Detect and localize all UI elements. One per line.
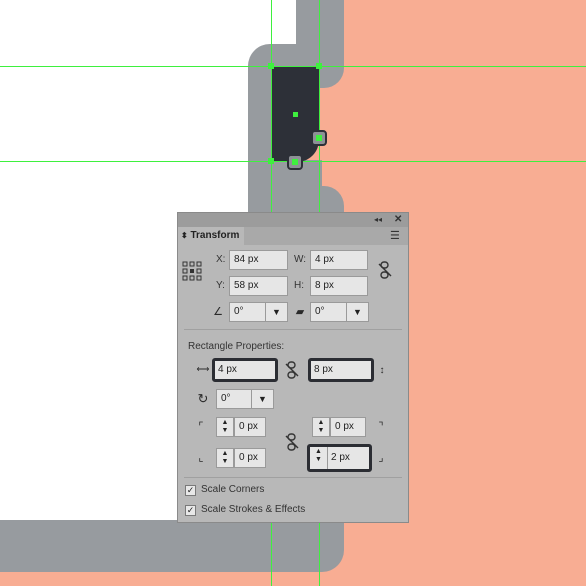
scale-strokes-label: Scale Strokes & Effects: [201, 504, 306, 515]
corner-top-left-stepper[interactable]: ▲ ▼: [216, 417, 234, 437]
guide-horizontal-top[interactable]: [0, 66, 586, 67]
corner-bottom-left-stepper[interactable]: ▲ ▼: [216, 448, 234, 468]
corner-bottom-right-field[interactable]: 2 px: [331, 447, 369, 469]
height-arrows-icon: ↕: [379, 365, 385, 376]
scale-strokes-checkbox[interactable]: ✓: [185, 505, 196, 516]
corner-top-right-stepper[interactable]: ▲ ▼: [312, 417, 330, 437]
corner-bottom-left-field[interactable]: 0 px: [234, 448, 266, 468]
rectangle-height-field[interactable]: 8 px: [308, 358, 374, 382]
x-field[interactable]: 84 px: [229, 250, 288, 270]
tab-transform-label: Transform: [190, 230, 240, 241]
outline-bottom: [0, 520, 344, 572]
corner-top-right-field[interactable]: 0 px: [330, 417, 366, 437]
corner-bottom-left-icon: ⌞: [198, 452, 204, 464]
rotate-angle-icon: ∠: [213, 306, 223, 318]
reference-point-icon[interactable]: [182, 261, 202, 281]
hamburger-menu-icon[interactable]: ☰: [390, 229, 400, 243]
center-point: [293, 112, 298, 117]
angle-dropdown-chevron-down-icon[interactable]: ▼: [266, 302, 288, 322]
corner-top-right-icon: ⌝: [378, 421, 384, 433]
rectangle-rotation-field[interactable]: 0°: [216, 389, 252, 409]
close-icon[interactable]: ✕: [394, 213, 402, 227]
anchor-top-left[interactable]: [268, 63, 274, 69]
tab-transform[interactable]: ⬍ Transform: [178, 227, 244, 245]
x-label: X:: [216, 254, 226, 265]
anchor-bottom-left[interactable]: [268, 158, 274, 164]
corner-handle-bottom[interactable]: [287, 154, 303, 170]
angle-field[interactable]: 0°: [229, 302, 266, 322]
scale-corners-label: Scale Corners: [201, 484, 265, 495]
corner-handle-right[interactable]: [311, 130, 327, 146]
h-field[interactable]: 8 px: [310, 276, 368, 296]
rotation-dropdown-chevron-down-icon[interactable]: ▼: [252, 389, 274, 409]
corner-top-left-field[interactable]: 0 px: [234, 417, 266, 437]
shear-icon: ▰: [295, 306, 305, 318]
double-chevron-left-icon[interactable]: ◂◂: [374, 213, 382, 227]
divider: [184, 329, 402, 330]
corner-bottom-right-icon: ⌟: [378, 452, 384, 464]
h-label: H:: [294, 280, 304, 291]
y-label: Y:: [216, 280, 225, 291]
anchor-top-right[interactable]: [316, 63, 322, 69]
shear-dropdown-chevron-down-icon[interactable]: ▼: [347, 302, 369, 322]
rotate-icon: ↻: [197, 391, 209, 406]
scale-corners-checkbox[interactable]: ✓: [185, 485, 196, 496]
transform-panel: ◂◂ ✕ ⬍ Transform ☰ X: 84 px W: 4 px Y: 5…: [177, 212, 409, 523]
shear-field[interactable]: 0°: [310, 302, 347, 322]
corner-top-left-icon: ⌜: [198, 421, 204, 433]
rectangle-properties-heading: Rectangle Properties:: [188, 341, 285, 352]
y-field[interactable]: 58 px: [229, 276, 288, 296]
corner-bottom-right-stepper[interactable]: ▲ ▼: [310, 447, 328, 469]
width-arrows-icon: ⟷: [196, 364, 210, 374]
divider: [184, 477, 402, 478]
tab-arrows-icon: ⬍: [181, 231, 188, 240]
rectangle-width-field[interactable]: 4 px: [212, 358, 278, 382]
constrain-proportions-link-icon[interactable]: [376, 261, 394, 286]
link-corners-icon[interactable]: [284, 433, 300, 458]
w-field[interactable]: 4 px: [310, 250, 368, 270]
w-label: W:: [294, 254, 307, 265]
link-dimensions-icon[interactable]: [284, 361, 300, 386]
